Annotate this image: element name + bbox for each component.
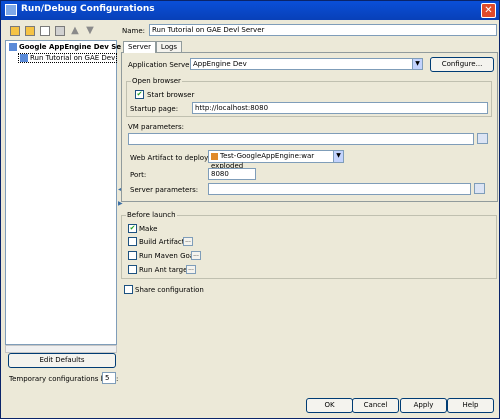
- open-browser-group: Open browser ✔ Start browser Startup pag…: [126, 77, 492, 117]
- application-server-value: AppEngine Dev: [193, 60, 247, 68]
- edit-defaults-button[interactable]: Edit Defaults: [8, 353, 116, 368]
- help-button[interactable]: Help: [447, 398, 494, 413]
- close-icon[interactable]: ✕: [481, 3, 496, 18]
- move-down-icon[interactable]: ▼: [85, 26, 95, 36]
- vm-parameters-input[interactable]: [128, 133, 474, 145]
- before-launch-group: Before launch ✔ Make Build Artifacts ...…: [121, 211, 497, 279]
- build-artifacts-checkbox[interactable]: [128, 237, 137, 246]
- tree-node-label: Google AppEngine Dev Se: [19, 43, 122, 51]
- tab-logs[interactable]: Logs: [156, 41, 182, 52]
- start-browser-label: Start browser: [147, 91, 195, 99]
- web-artifact-select[interactable]: Test-GoogleAppEngine:war exploded ▼: [208, 150, 344, 170]
- build-artifacts-options-button[interactable]: ...: [183, 237, 193, 246]
- run-ant-target-options-button[interactable]: ...: [186, 265, 196, 274]
- tree-node-run-tutorial[interactable]: Run Tutorial on GAE Dev: [18, 53, 118, 63]
- name-input[interactable]: Run Tutorial on GAE Devl Server: [149, 24, 497, 36]
- app-icon: [5, 4, 17, 16]
- ok-button[interactable]: OK: [306, 398, 353, 413]
- start-browser-checkbox[interactable]: ✔: [135, 90, 144, 99]
- appengine-icon: [20, 54, 28, 62]
- chevron-down-icon[interactable]: ▼: [333, 151, 343, 162]
- configuration-tree[interactable]: Google AppEngine Dev Se Run Tutorial on …: [5, 40, 121, 345]
- application-server-label: Application Server:: [128, 61, 195, 69]
- edit-defaults-icon[interactable]: [55, 26, 65, 36]
- tree-node-appengine-group[interactable]: Google AppEngine Dev Se: [9, 43, 121, 51]
- server-tab-panel: Application Server: AppEngine Dev ▼ Conf…: [121, 52, 498, 202]
- application-server-select[interactable]: AppEngine Dev ▼: [190, 58, 423, 70]
- configure-button[interactable]: Configure...: [430, 57, 494, 72]
- run-debug-configurations-dialog: Run/Debug Configurations ✕ ▲ ▼ Google Ap…: [0, 0, 500, 419]
- run-maven-goal-label: Run Maven Goal: [139, 252, 197, 260]
- share-configuration-checkbox[interactable]: [124, 285, 133, 294]
- server-parameters-input[interactable]: [208, 183, 471, 195]
- startup-page-input[interactable]: http://localhost:8080: [192, 102, 488, 114]
- expand-editor-icon[interactable]: [477, 133, 488, 144]
- expand-editor-icon[interactable]: [474, 183, 485, 194]
- run-maven-goal-checkbox[interactable]: [128, 251, 137, 260]
- before-launch-legend: Before launch: [126, 211, 177, 219]
- port-label: Port:: [130, 171, 147, 179]
- port-input[interactable]: 8080: [208, 168, 256, 180]
- artifact-icon: [211, 152, 218, 160]
- run-maven-goal-options-button[interactable]: ...: [191, 251, 201, 260]
- make-label: Make: [139, 225, 158, 233]
- share-configuration-label: Share configuration: [135, 286, 204, 294]
- temp-config-limit-input[interactable]: 5: [102, 372, 116, 384]
- run-ant-target-checkbox[interactable]: [128, 265, 137, 274]
- tab-server[interactable]: Server: [123, 41, 156, 53]
- cancel-button[interactable]: Cancel: [352, 398, 399, 413]
- tree-horizontal-scrollbar[interactable]: [5, 345, 117, 353]
- make-checkbox[interactable]: ✔: [128, 224, 137, 233]
- apply-button[interactable]: Apply: [400, 398, 447, 413]
- server-parameters-label: Server parameters:: [130, 186, 199, 194]
- run-ant-target-label: Run Ant target: [139, 266, 191, 274]
- chevron-down-icon[interactable]: ▼: [412, 59, 422, 69]
- web-artifact-label: Web Artifact to deploy:: [130, 154, 211, 162]
- window-title: Run/Debug Configurations: [21, 4, 155, 14]
- name-label: Name:: [122, 27, 146, 35]
- vm-parameters-label: VM parameters:: [128, 123, 185, 131]
- build-artifacts-label: Build Artifacts: [139, 238, 189, 246]
- copy-configuration-icon[interactable]: [40, 26, 50, 36]
- tree-node-label: Run Tutorial on GAE Dev: [30, 54, 116, 62]
- move-up-icon[interactable]: ▲: [70, 26, 80, 36]
- open-browser-legend: Open browser: [131, 77, 182, 85]
- startup-page-label: Startup page:: [130, 105, 179, 113]
- title-bar: Run/Debug Configurations ✕: [1, 1, 499, 20]
- remove-configuration-icon[interactable]: [25, 26, 35, 36]
- appengine-icon: [9, 43, 17, 51]
- add-configuration-icon[interactable]: [10, 26, 20, 36]
